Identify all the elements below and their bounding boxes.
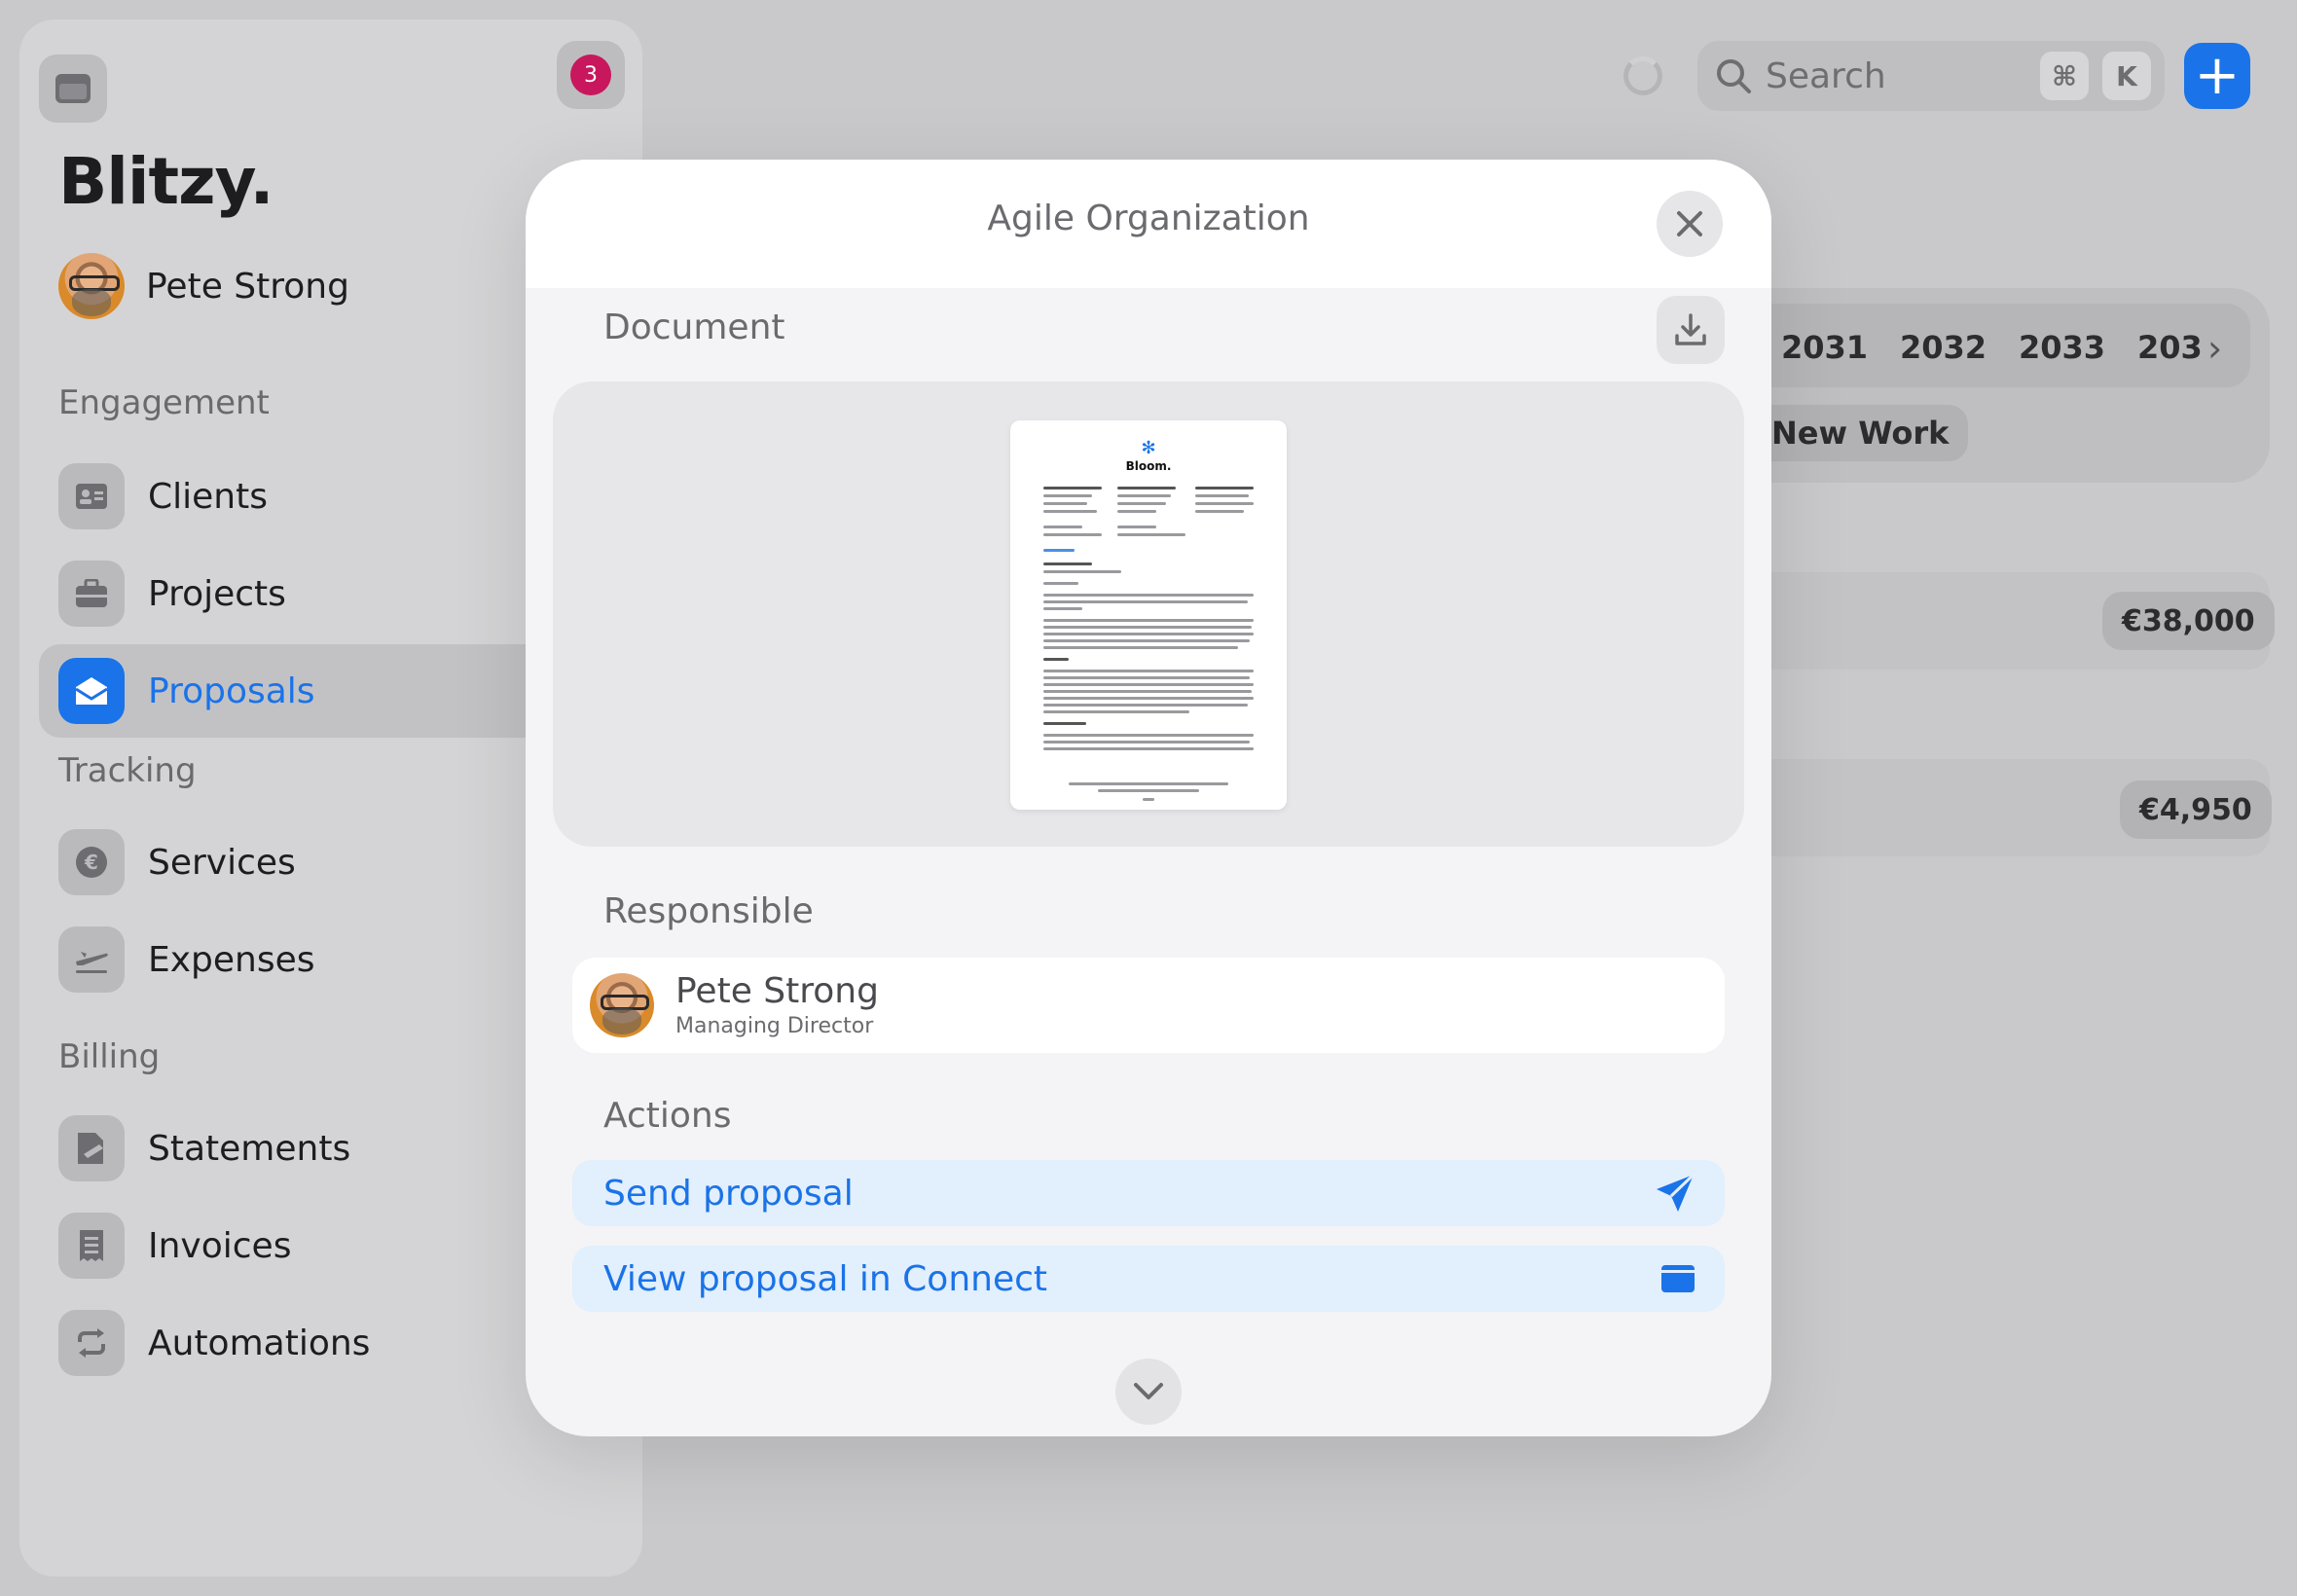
sidebar-toggle-button[interactable] (39, 54, 107, 123)
chevron-down-icon (1134, 1383, 1163, 1399)
sidebar-item-statements[interactable]: Statements (39, 1102, 584, 1195)
sidebar-item-label: Projects (148, 573, 286, 614)
sidebar-icon (55, 74, 91, 103)
user-profile[interactable]: Pete Strong (58, 253, 349, 319)
action-label: Send proposal (603, 1173, 854, 1214)
action-label: View proposal in Connect (603, 1258, 1048, 1299)
document-preview-area[interactable]: ✻ Bloom. (553, 381, 1744, 847)
window-icon (1661, 1265, 1695, 1292)
section-tracking: Tracking (58, 751, 197, 790)
sidebar-item-expenses[interactable]: Expenses (39, 913, 584, 1006)
notifications-button[interactable]: 3 (557, 41, 625, 109)
responsible-info: Pete Strong Managing Director (675, 972, 879, 1039)
document-logo-name: Bloom. (1125, 459, 1172, 473)
search-placeholder: Search (1766, 55, 1886, 96)
briefcase-icon (58, 561, 125, 627)
modal-title: Agile Organization (987, 199, 1310, 238)
sidebar-item-projects[interactable]: Projects (39, 547, 584, 640)
svg-text:€: € (84, 851, 98, 874)
loading-spinner-icon (1623, 56, 1662, 95)
envelope-open-icon (58, 658, 125, 724)
avatar (58, 253, 125, 319)
chevron-right-icon[interactable]: › (2207, 327, 2222, 370)
year-tab[interactable]: 2031 (1781, 329, 1868, 366)
avatar (590, 973, 654, 1037)
sidebar-item-services[interactable]: € Services (39, 816, 584, 909)
brand-logo: Blitzy. (58, 144, 274, 219)
responsible-name: Pete Strong (675, 970, 879, 1011)
download-icon (1675, 313, 1706, 345)
year-tab[interactable]: 2033 (2019, 329, 2105, 366)
contact-card-icon (58, 463, 125, 529)
year-tab[interactable]: 2032 (1900, 329, 1987, 366)
modal-header: Agile Organization (526, 160, 1771, 288)
sidebar-item-invoices[interactable]: Invoices (39, 1199, 584, 1292)
section-engagement: Engagement (58, 383, 270, 422)
close-button[interactable] (1657, 191, 1723, 257)
search-input[interactable]: Search ⌘ K (1697, 41, 2165, 111)
sidebar-item-proposals[interactable]: Proposals (39, 644, 584, 738)
responsible-label: Responsible (603, 891, 814, 931)
send-proposal-button[interactable]: Send proposal (572, 1160, 1725, 1226)
amount-badge: €4,950 (2120, 780, 2272, 839)
user-name: Pete Strong (146, 266, 349, 307)
sidebar-item-label: Proposals (148, 671, 315, 711)
responsible-card[interactable]: Pete Strong Managing Director (572, 958, 1725, 1053)
close-icon (1677, 211, 1702, 236)
repeat-icon (58, 1310, 125, 1376)
year-tab[interactable]: 203 (2137, 329, 2203, 366)
responsible-role: Managing Director (675, 1014, 874, 1039)
sidebar-item-clients[interactable]: Clients (39, 450, 584, 543)
paper-plane-icon (1657, 1173, 1695, 1212)
receipt-icon (58, 1213, 125, 1279)
euro-icon: € (58, 829, 125, 895)
shortcut-key: K (2102, 52, 2151, 100)
add-button[interactable]: + (2184, 43, 2250, 109)
sidebar-item-label: Expenses (148, 939, 315, 980)
command-key-icon: ⌘ (2040, 52, 2089, 100)
filter-chip[interactable]: New Work (1742, 405, 1969, 461)
document-label: Document (603, 308, 785, 347)
view-in-connect-button[interactable]: View proposal in Connect (572, 1246, 1725, 1312)
section-billing: Billing (58, 1037, 161, 1076)
sidebar-item-automations[interactable]: Automations (39, 1296, 584, 1390)
sidebar-item-label: Invoices (148, 1225, 292, 1266)
document-sign-icon (58, 1115, 125, 1181)
expand-button[interactable] (1115, 1359, 1182, 1425)
actions-label: Actions (603, 1096, 732, 1136)
sidebar-item-label: Clients (148, 476, 268, 517)
search-icon (1717, 59, 1751, 93)
proposal-modal: Agile Organization Document ✻ Bloom. Res… (526, 160, 1771, 1436)
flower-logo-icon: ✻ (1141, 438, 1156, 458)
notification-badge: 3 (570, 54, 611, 95)
amount-badge: €38,000 (2102, 592, 2275, 650)
sidebar-item-label: Automations (148, 1323, 371, 1363)
sidebar-item-label: Services (148, 842, 296, 883)
sidebar-item-label: Statements (148, 1128, 351, 1169)
airplane-icon (58, 926, 125, 993)
download-button[interactable] (1657, 296, 1725, 364)
document-thumbnail[interactable]: ✻ Bloom. (1010, 420, 1287, 810)
